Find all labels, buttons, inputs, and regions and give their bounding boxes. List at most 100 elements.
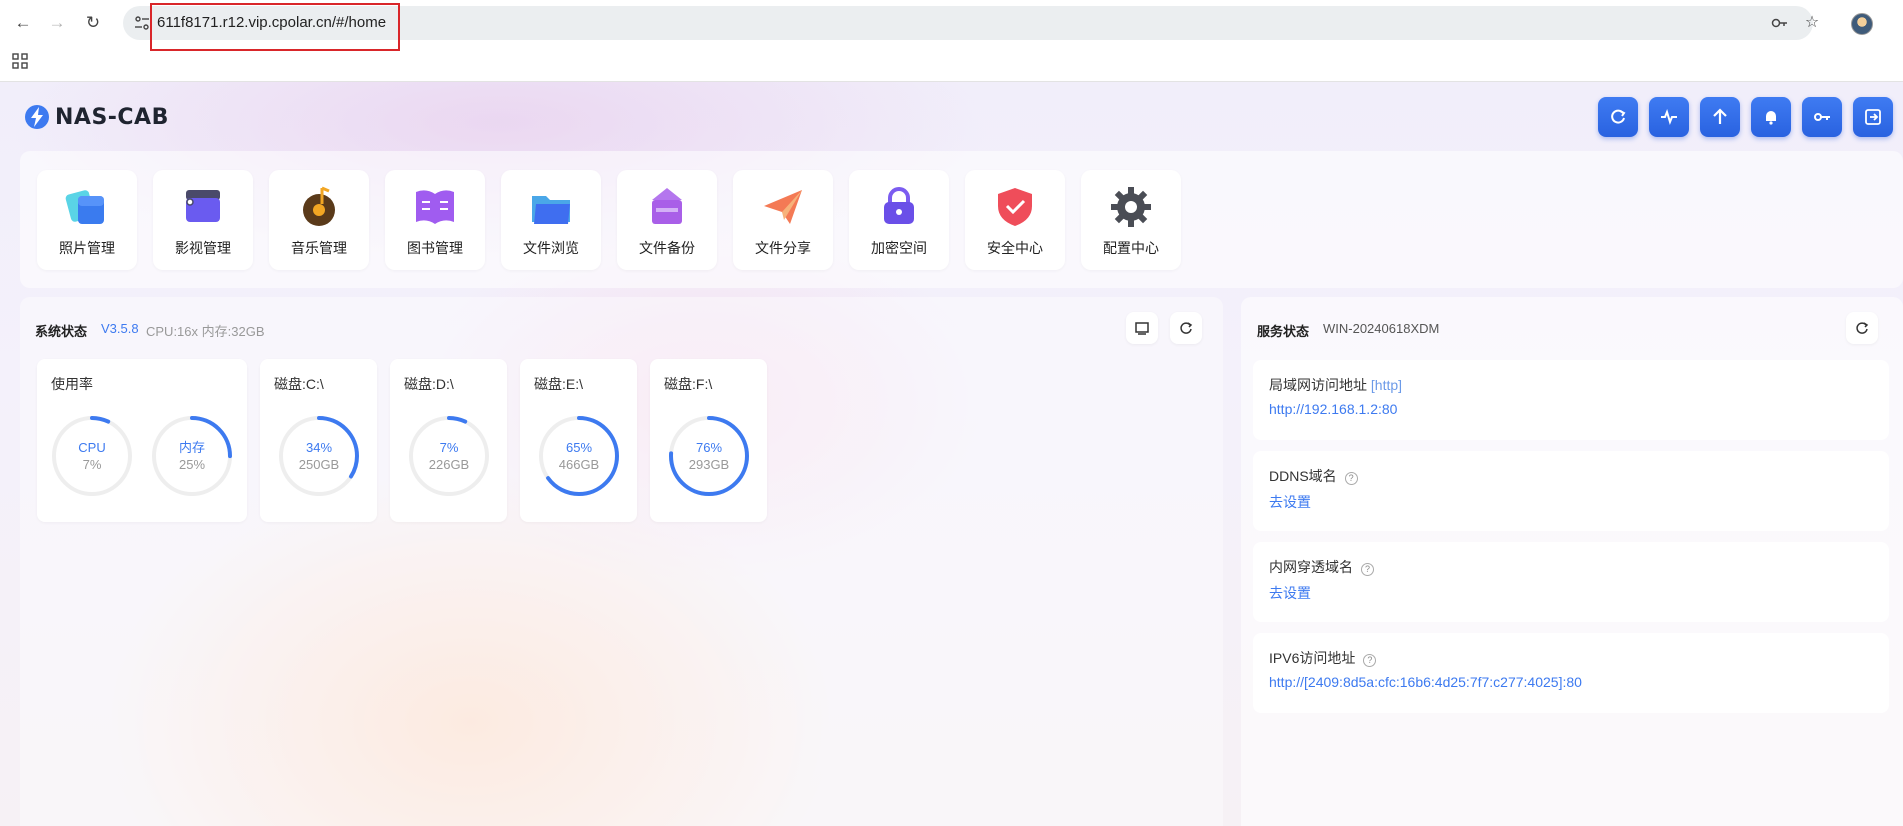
system-status-title: 系统状态 — [35, 324, 88, 339]
lan-address-card: 局域网访问地址 [http] http://192.168.1.2:80 — [1253, 360, 1889, 440]
key-icon — [1814, 113, 1830, 121]
gauge-percent: 7% — [439, 440, 459, 455]
pulse-icon — [1661, 108, 1677, 126]
back-icon[interactable]: ← — [12, 12, 34, 34]
app-tile-file-browser[interactable]: 文件浏览 — [501, 170, 601, 270]
terminal-button[interactable] — [1126, 312, 1158, 344]
usage-card: 使用率 CPU 7% 内存 25% — [37, 359, 247, 522]
help-icon[interactable]: ? — [1363, 654, 1377, 667]
app-label: 文件分享 — [755, 240, 811, 256]
folder-icon — [532, 196, 570, 224]
app-tile-photos[interactable]: 照片管理 — [37, 170, 137, 270]
host-name: WIN-20240618XDM — [1323, 321, 1440, 336]
tunnel-setup-link[interactable]: 去设置 — [1269, 583, 1311, 603]
svc-card-title-text: 内网穿透域名 — [1269, 559, 1353, 575]
service-refresh-button[interactable] — [1846, 312, 1878, 344]
bookmark-star-icon[interactable]: ☆ — [1803, 14, 1821, 32]
disk-gauge: 34% 250GB — [278, 415, 360, 497]
service-status-title: 服务状态 — [1257, 324, 1310, 339]
app-tile-music[interactable]: 音乐管理 — [269, 170, 369, 270]
svc-card-title: IPV6访问地址? — [1269, 648, 1377, 668]
svc-card-title: 局域网访问地址 [http] — [1269, 375, 1402, 395]
monitor-icon — [1135, 322, 1149, 335]
app-label: 影视管理 — [175, 240, 231, 256]
video-icon — [186, 190, 220, 222]
logo-text: NAS-CAB — [55, 104, 169, 130]
cpu-gauge: CPU 7% — [51, 415, 133, 497]
disk-gauge: 7% 226GB — [408, 415, 490, 497]
gauge-label: 内存 — [178, 440, 205, 455]
app-label: 文件浏览 — [523, 240, 579, 256]
protocol-tag: [http] — [1370, 377, 1403, 393]
photo-icon — [65, 190, 104, 224]
app-tile-share[interactable]: 文件分享 — [733, 170, 833, 270]
app-label: 安全中心 — [987, 240, 1043, 256]
app-tile-videos[interactable]: 影视管理 — [153, 170, 253, 270]
notification-button[interactable] — [1751, 97, 1791, 137]
reload-icon[interactable]: ↻ — [82, 12, 104, 34]
app-tile-books[interactable]: 图书管理 — [385, 170, 485, 270]
app-logo[interactable]: NAS-CAB — [23, 102, 169, 132]
profile-avatar[interactable] — [1851, 13, 1873, 35]
svc-card-title: 内网穿透域名? — [1269, 557, 1374, 577]
app-label: 加密空间 — [871, 240, 927, 256]
upload-button[interactable] — [1700, 97, 1740, 137]
backup-icon — [652, 188, 682, 224]
gauge-size: 250GB — [298, 457, 340, 472]
app-tile-security-center[interactable]: 安全中心 — [965, 170, 1065, 270]
gauge-value: 7% — [82, 457, 102, 472]
version-label: V3.5.8 — [101, 321, 139, 336]
disk-card-e: 磁盘:E:\ 65% 466GB — [520, 359, 637, 522]
app-tile-encrypted-space[interactable]: 加密空间 — [849, 170, 949, 270]
key-button[interactable] — [1802, 97, 1842, 137]
ddns-setup-link[interactable]: 去设置 — [1269, 492, 1311, 512]
refresh-button[interactable] — [1598, 97, 1638, 137]
gauge-size: 293GB — [688, 457, 730, 472]
app-tile-config-center[interactable]: 配置中心 — [1081, 170, 1181, 270]
page-content: NAS-CAB 照片管理 影视管理 音乐管理 图书管理 文件浏览 文件备份 文件… — [0, 82, 1903, 826]
logo-icon — [25, 105, 49, 129]
gauge-size: 466GB — [558, 457, 600, 472]
refresh-icon — [1180, 322, 1193, 334]
url-text[interactable]: 611f8171.r12.vip.cpolar.cn/#/home — [157, 14, 386, 31]
gear-icon — [1111, 187, 1151, 227]
ipv6-address-link[interactable]: http://[2409:8d5a:cfc:16b6:4d25:7f7:c277… — [1269, 674, 1582, 690]
music-icon — [303, 186, 335, 226]
disk-card-c: 磁盘:C:\ 34% 250GB — [260, 359, 377, 522]
usage-card-title: 使用率 — [51, 376, 93, 392]
apps-grid-icon[interactable] — [12, 53, 28, 69]
disk-card-d: 磁盘:D:\ 7% 226GB — [390, 359, 507, 522]
app-label: 音乐管理 — [291, 240, 347, 256]
gauge-size: 226GB — [428, 457, 470, 472]
svc-card-title-text: DDNS域名 — [1269, 468, 1337, 484]
forward-icon[interactable]: → — [46, 12, 68, 34]
svc-card-title: DDNS域名? — [1269, 466, 1358, 486]
lan-address-link[interactable]: http://192.168.1.2:80 — [1269, 401, 1397, 417]
disk-title: 磁盘:F:\ — [664, 376, 713, 392]
system-meta: CPU:16x 内存:32GB — [146, 324, 265, 339]
disk-card-f: 磁盘:F:\ 76% 293GB — [650, 359, 767, 522]
ddns-card: DDNS域名? 去设置 — [1253, 451, 1889, 531]
refresh-icon — [1611, 109, 1626, 124]
svc-card-title-text: 局域网访问地址 — [1269, 377, 1367, 393]
disk-title: 磁盘:D:\ — [404, 376, 454, 392]
system-refresh-button[interactable] — [1170, 312, 1202, 344]
logout-button[interactable] — [1853, 97, 1893, 137]
book-icon — [416, 190, 454, 224]
disk-gauge: 65% 466GB — [538, 415, 620, 497]
memory-gauge: 内存 25% — [151, 415, 233, 497]
gauge-percent: 65% — [565, 440, 593, 455]
arrow-up-icon — [1713, 108, 1727, 124]
gauge-percent: 34% — [305, 440, 333, 455]
help-icon[interactable]: ? — [1361, 563, 1374, 576]
password-key-icon[interactable] — [1770, 14, 1788, 32]
help-icon[interactable]: ? — [1344, 472, 1358, 485]
app-tile-backup[interactable]: 文件备份 — [617, 170, 717, 270]
ipv6-address-card: IPV6访问地址? http://[2409:8d5a:cfc:16b6:4d2… — [1253, 633, 1889, 713]
app-label: 照片管理 — [59, 240, 115, 256]
monitor-button[interactable] — [1649, 97, 1689, 137]
bell-icon — [1766, 111, 1776, 125]
shield-icon — [998, 188, 1032, 226]
tunnel-domain-card: 内网穿透域名? 去设置 — [1253, 542, 1889, 622]
site-info-icon[interactable] — [133, 14, 151, 32]
